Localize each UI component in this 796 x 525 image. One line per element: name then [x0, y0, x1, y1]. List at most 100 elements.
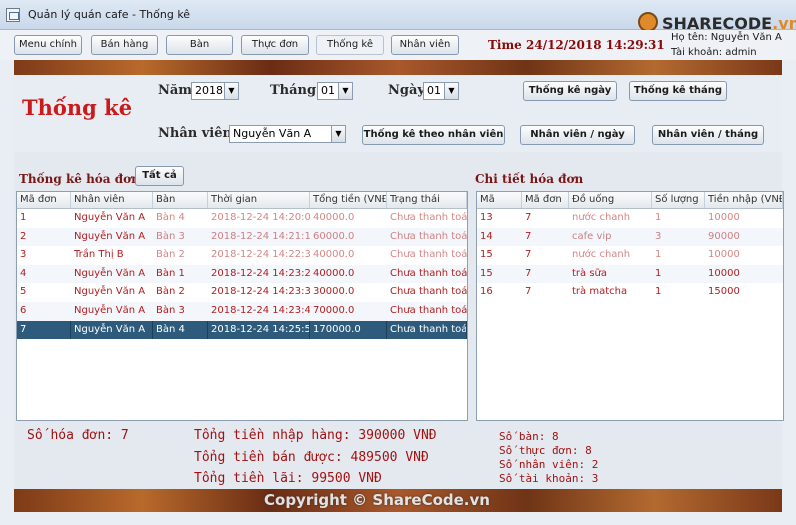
sharecode-logo-icon: [638, 12, 658, 32]
day-select[interactable]: 01 ▼: [423, 82, 459, 100]
invoice-panel-title: Thống kê hóa đơn: [19, 172, 140, 186]
table-cell: Bàn 2: [156, 286, 185, 298]
column-header[interactable]: Bàn: [153, 192, 208, 208]
column-header[interactable]: Mã đơn: [17, 192, 71, 208]
column-header[interactable]: Đồ uống: [569, 192, 652, 208]
nav-staff-button[interactable]: Nhân viên: [391, 35, 459, 55]
table-row[interactable]: 7 Nguyễn Văn A Bàn 4 2018-12-24 14:25:51 170…: [17, 320, 467, 340]
column-header[interactable]: Mã đơn: [522, 192, 569, 208]
table-row[interactable]: 4 Nguyễn Văn A Bàn 1 2018-12-24 14:23:25 400…: [17, 264, 467, 284]
year-label: Năm: [158, 83, 193, 98]
nav-tables-button[interactable]: Bàn: [166, 35, 233, 55]
table-cell: 1: [655, 286, 662, 298]
nav-menu-button[interactable]: Menu chính: [14, 35, 82, 55]
staff-select[interactable]: Nguyễn Văn A ▼: [229, 125, 346, 143]
user-info: Họ tên: Nguyễn Văn A Tài khoản: admin: [671, 30, 782, 60]
nav-sales-button[interactable]: Bán hàng: [91, 35, 158, 55]
day-label: Ngày: [388, 83, 425, 98]
table-cell: Chưa thanh toán: [387, 320, 467, 340]
table-cell: cafe vip: [572, 230, 612, 242]
table-cell: Nguyễn Văn A: [74, 286, 146, 298]
app-icon: [6, 8, 20, 22]
nav-menu-items-button[interactable]: Thực đơn: [241, 35, 309, 55]
table-cell: 70000.0: [313, 305, 355, 316]
table-cell: Chưa thanh toán: [390, 212, 467, 223]
table-cell: Nguyễn Văn A: [71, 320, 153, 340]
table-cell: Chưa thanh toán: [390, 305, 467, 316]
table-cell: 6: [20, 305, 27, 316]
table-cell: 15: [480, 249, 493, 261]
table-cell: trà sữa: [572, 267, 608, 279]
table-row[interactable]: 16 7 trà matcha 1 15000: [477, 283, 783, 302]
table-cell: 14: [480, 230, 493, 242]
table-cell: Nguyễn Văn A: [74, 305, 146, 316]
table-cell: Bàn 3: [156, 230, 185, 242]
table-cell: 10000: [708, 249, 740, 261]
table-cell: 2018-12-24 14:23:42: [211, 305, 310, 316]
column-header[interactable]: Mã: [477, 192, 522, 208]
page-title: Thống kê: [22, 95, 133, 120]
column-header[interactable]: Nhân viên: [71, 192, 153, 208]
column-header[interactable]: Tiền nhập (VNĐ): [705, 192, 783, 208]
table-cell: 7: [525, 267, 532, 279]
table-row[interactable]: 6 Nguyễn Văn A Bàn 3 2018-12-24 14:23:42 700…: [17, 302, 467, 321]
year-select[interactable]: 2018 ▼: [191, 82, 239, 100]
clock-display: Time 24/12/2018 14:29:31: [488, 38, 665, 52]
detail-panel-title: Chi tiết hóa đơn: [475, 172, 584, 186]
table-cell: 7: [17, 320, 71, 340]
invoice-table[interactable]: Mã đơn Nhân viên Bàn Thời gian Tổng tiền (VN…: [16, 191, 468, 421]
table-cell: 2018-12-24 14:22:30: [211, 249, 310, 261]
stat-by-month-button[interactable]: Thống kê tháng: [629, 81, 727, 101]
column-header[interactable]: Thời gian: [208, 192, 310, 208]
table-cell: 4: [20, 267, 27, 279]
nav-statistics-button[interactable]: Thống kê: [316, 35, 384, 55]
table-cell: 7: [525, 212, 532, 223]
table-row[interactable]: 13 7 nước chanh 1 10000: [477, 209, 783, 228]
table-row[interactable]: 14 7 cafe vip 3 90000: [477, 227, 783, 247]
table-row[interactable]: 5 Nguyễn Văn A Bàn 2 2018-12-24 14:23:33 300…: [17, 283, 467, 302]
table-header: Mã đơn Nhân viên Bàn Thời gian Tổng tiền (VN…: [17, 192, 467, 209]
table-cell: 13: [480, 212, 493, 223]
user-fullname: Họ tên: Nguyễn Văn A: [671, 32, 782, 43]
table-cell: trà matcha: [572, 286, 628, 298]
table-cell: 3: [655, 230, 662, 242]
table-cell: Bàn 1: [156, 267, 185, 279]
table-row[interactable]: 15 7 nước chanh 1 10000: [477, 246, 783, 265]
column-header[interactable]: Tổng tiền (VNĐ): [310, 192, 387, 208]
user-account: Tài khoản: admin: [671, 47, 757, 58]
stat-by-staff-button[interactable]: Thống kê theo nhân viên: [362, 125, 505, 145]
table-row[interactable]: 1 Nguyễn Văn A Bàn 4 2018-12-24 14:20:05 400…: [17, 209, 467, 228]
table-cell: Nguyễn Văn A: [74, 230, 146, 242]
table-cell: Bàn 3: [156, 305, 185, 316]
column-header[interactable]: Trạng thái: [387, 192, 467, 208]
table-cell: Chưa thanh toán: [390, 267, 467, 279]
table-cell: 1: [655, 212, 662, 223]
column-header[interactable]: Số lượng: [652, 192, 705, 208]
table-cell: 10000: [708, 212, 740, 223]
show-all-button[interactable]: Tất cả: [135, 166, 184, 186]
chevron-down-icon: ▼: [224, 83, 238, 99]
chevron-down-icon: ▼: [444, 83, 458, 99]
table-cell: nước chanh: [572, 249, 631, 261]
table-cell: Bàn 4: [153, 320, 208, 340]
table-row[interactable]: 15 7 trà sữa 1 10000: [477, 264, 783, 284]
staff-per-month-button[interactable]: Nhân viên / tháng: [652, 125, 764, 145]
table-cell: 5: [20, 286, 27, 298]
detail-table[interactable]: Mã Mã đơn Đồ uống Số lượng Tiền nhập (VNĐ) 1…: [476, 191, 784, 421]
table-cell: 2018-12-24 14:20:05: [211, 212, 310, 223]
table-cell: 1: [20, 212, 27, 223]
decorative-strip-top: [14, 60, 782, 75]
table-row[interactable]: 2 Nguyễn Văn A Bàn 3 2018-12-24 14:21:12 600…: [17, 227, 467, 247]
table-header: Mã Mã đơn Đồ uống Số lượng Tiền nhập (VNĐ): [477, 192, 783, 209]
table-cell: 7: [525, 249, 532, 261]
copyright-watermark: Copyright © ShareCode.vn: [264, 491, 490, 509]
staff-per-day-button[interactable]: Nhân viên / ngày: [520, 125, 635, 145]
table-cell: 2018-12-24 14:23:25: [211, 267, 310, 279]
table-cell: Nguyễn Văn A: [74, 212, 146, 223]
table-row[interactable]: 3 Trần Thị B Bàn 2 2018-12-24 14:22:30 40000…: [17, 246, 467, 265]
table-cell: Chưa thanh toán: [390, 286, 467, 298]
total-profit: Tổng tiền lãi: 99500 VNĐ: [194, 471, 382, 486]
month-select[interactable]: 01 ▼: [317, 82, 353, 100]
account-count: Số tài khoản: 3: [499, 472, 599, 485]
stat-by-day-button[interactable]: Thống kê ngày: [523, 81, 617, 101]
